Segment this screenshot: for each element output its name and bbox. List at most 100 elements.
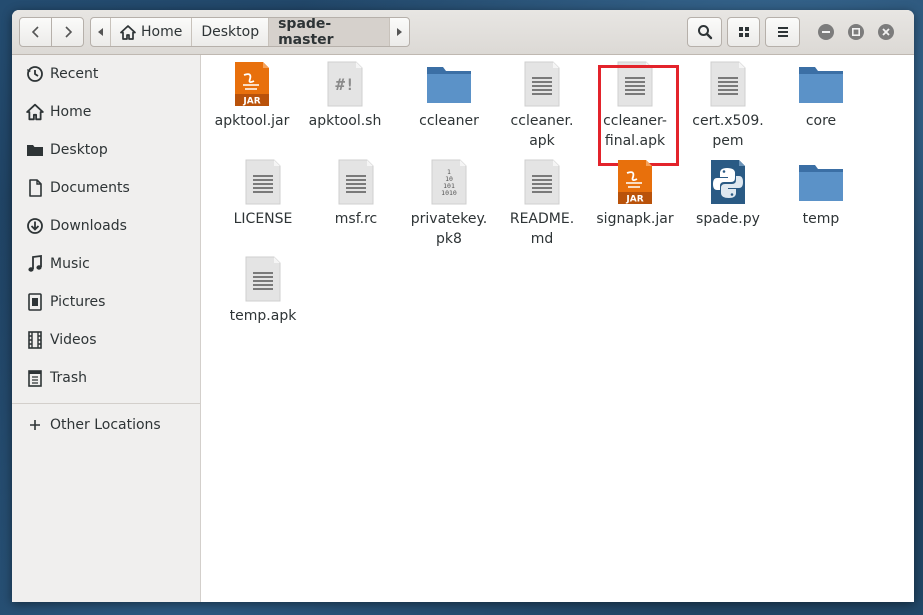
file-name: core [805,113,837,129]
minimize-icon [822,31,830,33]
minimize-button[interactable] [818,24,834,40]
path-item-desktop[interactable]: Desktop [192,18,270,46]
grid-view-icon [738,27,749,37]
path-item-home[interactable]: Home [111,18,193,46]
file-name: ccleaner. apk [510,113,574,149]
path-scroll-right-button[interactable] [390,18,409,46]
clock-icon [26,65,44,83]
file-name: apktool.sh [308,113,382,129]
triangle-right-icon [397,28,402,36]
folder-icon [797,60,845,108]
navigation-buttons [19,17,85,47]
file-item-readme-md[interactable]: README. md [500,158,584,249]
download-icon [26,217,44,235]
sidebar-item-videos[interactable]: Videos [12,323,200,357]
file-icon-view: JAR apktool.jar #! apktool.sh ccleaner c… [201,55,914,602]
sidebar-item-documents[interactable]: Documents [12,171,200,205]
file-item-msf-rc[interactable]: msf.rc [314,158,398,229]
file-item-apktool-sh[interactable]: #! apktool.sh [303,60,387,131]
chevron-right-icon [64,26,72,38]
text-file-icon [518,158,566,206]
maximize-button[interactable] [848,24,864,40]
sidebar-item-downloads[interactable]: Downloads [12,209,200,243]
file-item-license[interactable]: LICENSE [221,158,305,229]
sidebar-item-other-locations[interactable]: Other Locations [12,408,200,442]
sidebar-item-music[interactable]: Music [12,247,200,281]
menu-button[interactable] [765,17,800,47]
path-item-label: Desktop [201,24,260,40]
path-item-label: spade-master [278,17,334,47]
view-toggle-button[interactable] [727,17,760,47]
video-icon [26,331,44,349]
script-file-icon: #! [321,60,369,108]
text-file-icon [704,60,752,108]
file-manager-window: Home Desktop spade-master Recent Home De… [12,10,914,602]
sidebar-item-label: Other Locations [50,417,161,433]
sidebar-item-label: Videos [50,332,97,348]
triangle-left-icon [98,28,103,36]
path-item-spade-master[interactable]: spade-master [269,18,390,46]
header-bar: Home Desktop spade-master [12,10,914,55]
sidebar-item-label: Desktop [50,142,108,158]
hamburger-menu-icon [777,27,788,37]
folder-icon [425,60,473,108]
file-name: ccleaner [419,113,479,129]
file-item-spade-py[interactable]: spade.py [686,158,770,229]
sidebar-item-home[interactable]: Home [12,95,200,129]
home-icon [120,24,136,40]
svg-text:1010: 1010 [441,189,457,197]
file-item-apktool-jar[interactable]: JAR apktool.jar [210,60,294,131]
back-button[interactable] [19,17,52,47]
file-item-core[interactable]: core [779,60,863,131]
sidebar-item-trash[interactable]: Trash [12,361,200,395]
path-bar: Home Desktop spade-master [90,17,410,47]
sidebar-item-label: Downloads [50,218,127,234]
path-scroll-left-button[interactable] [91,18,111,46]
file-name: temp.apk [229,308,297,324]
picture-icon [26,293,44,311]
sidebar-item-label: Recent [50,66,99,82]
file-item-temp-apk[interactable]: temp.apk [221,255,305,326]
text-file-icon [239,158,287,206]
forward-button[interactable] [51,17,84,47]
trash-icon [26,369,44,387]
binary-file-icon: 1 10 101 1010 [425,158,473,206]
search-icon [697,25,712,40]
file-name: LICENSE [233,211,293,227]
text-file-icon [518,60,566,108]
folder-icon [797,158,845,206]
search-button[interactable] [687,17,722,47]
home-icon [26,103,44,121]
file-item-privatekey-pk8[interactable]: 1 10 101 1010 privatekey. pk8 [407,158,491,249]
maximize-icon [852,28,860,36]
file-item-ccleaner-apk[interactable]: ccleaner. apk [500,60,584,151]
file-name: temp [802,211,840,227]
file-item-ccleaner[interactable]: ccleaner [407,60,491,131]
chevron-left-icon [31,26,39,38]
sidebar-item-label: Music [50,256,90,272]
path-item-label: Home [141,24,183,40]
file-name: README. md [509,211,575,247]
jar-icon-label: JAR [242,97,260,107]
file-item-temp[interactable]: temp [779,158,863,229]
file-name: privatekey. pk8 [410,211,488,247]
script-icon-label: #! [335,75,354,94]
text-file-icon [332,158,380,206]
sidebar-item-pictures[interactable]: Pictures [12,285,200,319]
highlight-box [598,65,679,166]
places-sidebar: Recent Home Desktop Documents Downloads … [12,55,201,602]
sidebar-item-desktop[interactable]: Desktop [12,133,200,167]
jar-icon-label: JAR [625,195,643,205]
jar-file-icon: JAR [228,60,276,108]
close-button[interactable] [878,24,894,40]
sidebar-item-label: Documents [50,180,130,196]
file-item-cert-x509-pem[interactable]: cert.x509. pem [686,60,770,151]
file-name: apktool.jar [214,113,290,129]
file-name: signapk.jar [596,211,674,227]
sidebar-item-label: Pictures [50,294,106,310]
document-icon [26,179,44,197]
file-item-signapk-jar[interactable]: JAR signapk.jar [593,158,677,229]
file-name: cert.x509. pem [692,113,764,149]
sidebar-item-recent[interactable]: Recent [12,57,200,91]
jar-file-icon: JAR [611,158,659,206]
